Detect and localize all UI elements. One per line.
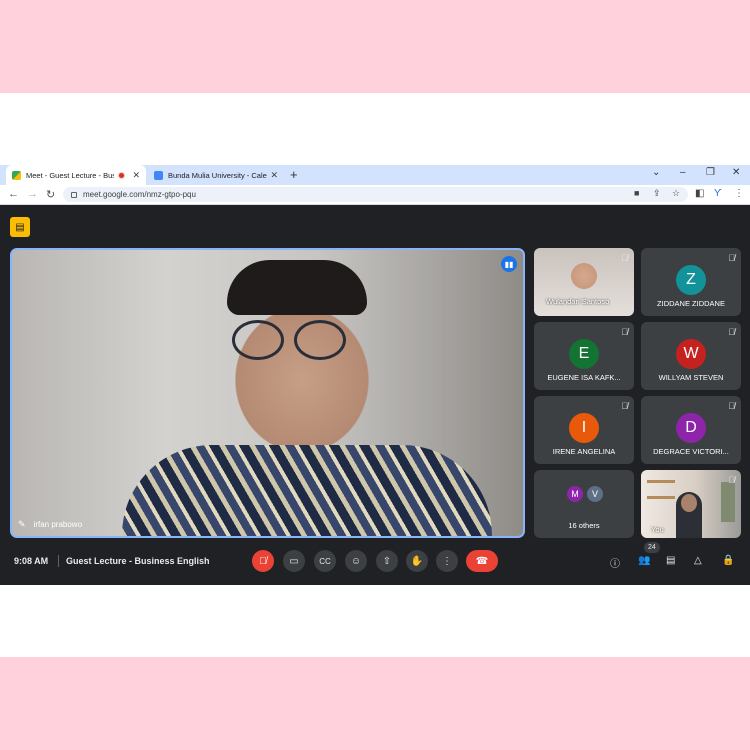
mic-off-icon: 🎙̸ — [621, 401, 628, 411]
participant-tile[interactable]: 🎙̸ W WILLYAM STEVEN — [641, 322, 741, 390]
more-options-button[interactable]: ⋮ — [436, 550, 458, 572]
avatar: E — [569, 339, 599, 369]
side-panel-icon[interactable]: ◧ — [695, 188, 704, 199]
mic-off-icon: 🎙̸ — [728, 327, 735, 337]
end-call-button[interactable]: ☎ — [466, 550, 498, 572]
calendar-favicon-icon — [154, 170, 163, 180]
host-controls-icon[interactable]: 🔒 — [722, 555, 734, 566]
chat-icon[interactable]: ▤ — [666, 555, 675, 566]
restore-icon[interactable]: ❐ — [706, 167, 715, 178]
people-icon[interactable]: 👥 — [638, 555, 650, 566]
self-tile[interactable]: 🎙̸ You — [641, 470, 741, 538]
close-window-icon[interactable]: ✕ — [732, 167, 740, 178]
main-speaker-video[interactable]: ▮▮ ✎ irfan prabowo — [10, 248, 525, 538]
recording-badge-icon[interactable]: ▤ — [10, 217, 30, 237]
avatar: I — [569, 413, 599, 443]
meeting-controls-bar: 9:08 AM Guest Lecture - Business English… — [0, 542, 750, 576]
close-tab-icon[interactable]: ✕ — [132, 170, 140, 181]
speaker-hair — [227, 260, 367, 315]
camera-toggle-button[interactable]: ▭ — [283, 550, 305, 572]
participant-tile[interactable]: 🎙̸ Wulandari Santoso — [534, 248, 634, 316]
bottom-white-band — [0, 585, 750, 657]
mic-off-icon: 🎙̸ — [621, 327, 628, 337]
main-speaker-name: irfan prabowo — [33, 520, 83, 529]
browser-window: Meet - Guest Lecture - Busin ✕ Bunda Mul… — [0, 165, 750, 585]
mic-off-button[interactable]: 🎙̸ — [252, 550, 274, 572]
tab-calendar-title: Bunda Mulia University - Calend — [168, 170, 268, 180]
meeting-info-icon[interactable]: ⓘ — [610, 555, 620, 570]
activities-icon[interactable]: △ — [694, 555, 702, 566]
top-white-band — [0, 93, 750, 165]
bookmark-star-icon[interactable]: ☆ — [672, 188, 680, 199]
forward-icon[interactable]: → — [27, 188, 38, 200]
participant-count-badge: 24 — [644, 542, 660, 553]
mic-off-icon: 🎙̸ — [728, 401, 735, 411]
others-tile[interactable]: M V 16 others — [534, 470, 634, 538]
raise-hand-button[interactable]: ✋ — [406, 550, 428, 572]
speaker-shirt — [122, 445, 492, 536]
new-tab-button[interactable]: + — [290, 167, 298, 182]
participant-tile[interactable]: 🎙̸ I IRENE ANGELINA — [534, 396, 634, 464]
meet-favicon-icon — [12, 170, 21, 180]
avatar: M — [566, 485, 584, 503]
participant-name: EUGENE ISA KAFK... — [547, 373, 621, 382]
browser-toolbar: ← → ↻ meet.google.com/nmz-gtpo-pqu ■ ⇪ ☆… — [0, 185, 750, 205]
present-screen-button[interactable]: ⇧ — [376, 550, 398, 572]
avatar: Z — [676, 265, 706, 295]
speaking-indicator-icon: ▮▮ — [501, 256, 517, 272]
lock-icon — [71, 191, 77, 198]
captions-button[interactable]: CC — [314, 550, 336, 572]
address-bar[interactable]: meet.google.com/nmz-gtpo-pqu — [63, 187, 688, 202]
emoji-reaction-button[interactable]: ☺ — [345, 550, 367, 572]
participant-name: ZIDDANE ZIDDANE — [657, 299, 725, 308]
chevron-down-icon[interactable]: ⌄ — [652, 167, 660, 178]
reload-icon[interactable]: ↻ — [46, 188, 55, 201]
meeting-title: Guest Lecture - Business English — [66, 556, 210, 566]
avatar: V — [586, 485, 604, 503]
avatar: W — [676, 339, 706, 369]
participant-name: DEGRACE VICTORI... — [653, 447, 729, 456]
close-tab-icon[interactable]: ✕ — [270, 170, 278, 181]
others-avatars: M V — [566, 485, 604, 503]
tab-meet-title: Meet - Guest Lecture - Busin — [26, 170, 115, 180]
avatar: D — [676, 413, 706, 443]
participant-name: WILLYAM STEVEN — [658, 373, 724, 382]
participant-name: IRENE ANGELINA — [552, 447, 616, 456]
back-icon[interactable]: ← — [8, 188, 19, 200]
mic-off-icon: 🎙̸ — [728, 253, 735, 263]
menu-dots-icon[interactable]: ⋮ — [734, 188, 744, 199]
mic-off-icon: 🎙̸ — [621, 253, 628, 263]
camera-icon[interactable]: ■ — [634, 188, 639, 198]
tab-strip: Meet - Guest Lecture - Busin ✕ Bunda Mul… — [0, 165, 750, 185]
mic-off-icon: 🎙̸ — [728, 475, 735, 485]
participant-name: Wulandari Santoso — [546, 297, 610, 306]
speaker-glasses — [232, 320, 352, 360]
divider — [58, 555, 59, 567]
self-name: You — [651, 525, 664, 534]
tab-calendar[interactable]: Bunda Mulia University - Calend ✕ — [148, 165, 284, 185]
url-text: meet.google.com/nmz-gtpo-pqu — [83, 190, 196, 199]
participant-tile[interactable]: 🎙̸ E EUGENE ISA KAFK... — [534, 322, 634, 390]
main-speaker-label: ✎ irfan prabowo — [18, 519, 82, 530]
participant-tile[interactable]: 🎙̸ Z ZIDDANE ZIDDANE — [641, 248, 741, 316]
meeting-time: 9:08 AM — [14, 556, 49, 566]
extension-icon[interactable]: ϒ — [714, 188, 722, 199]
share-icon[interactable]: ⇪ — [653, 188, 661, 199]
tab-meet[interactable]: Meet - Guest Lecture - Busin ✕ — [6, 165, 146, 185]
minimize-icon[interactable]: – — [680, 167, 686, 178]
participant-tile[interactable]: 🎙̸ D DEGRACE VICTORI... — [641, 396, 741, 464]
recording-icon — [118, 171, 126, 179]
pin-icon[interactable]: ✎ — [18, 519, 26, 530]
others-label: 16 others — [568, 521, 600, 530]
